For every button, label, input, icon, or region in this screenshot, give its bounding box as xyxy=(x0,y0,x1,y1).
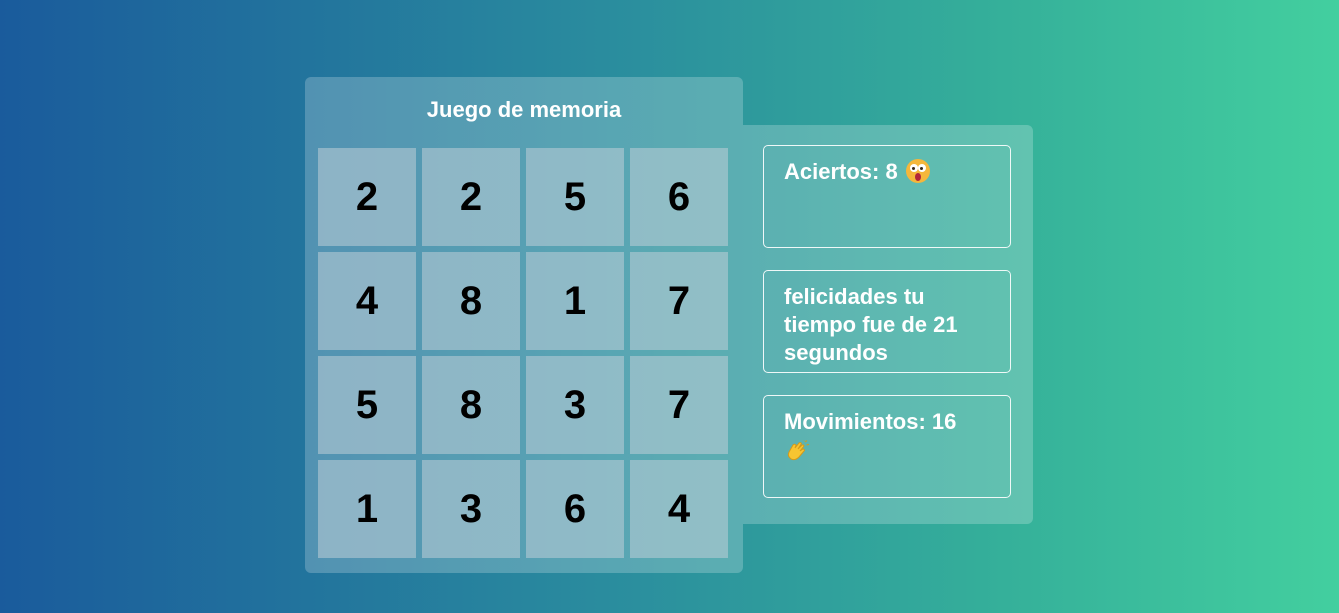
game-panel: Juego de memoria 2 2 5 6 4 8 1 7 5 8 3 7… xyxy=(305,77,743,573)
card[interactable]: 3 xyxy=(422,460,520,558)
card[interactable]: 8 xyxy=(422,252,520,350)
card[interactable]: 1 xyxy=(526,252,624,350)
card[interactable]: 3 xyxy=(526,356,624,454)
card[interactable]: 5 xyxy=(526,148,624,246)
game-title: Juego de memoria xyxy=(426,97,622,122)
aciertos-label: Aciertos: 8 xyxy=(784,159,898,184)
card[interactable]: 4 xyxy=(630,460,728,558)
time-message: felicidades tu tiempo fue de 21 segundos xyxy=(784,284,958,365)
movimientos-box: Movimientos: 16 xyxy=(763,395,1011,498)
movimientos-label: Movimientos: 16 xyxy=(784,409,957,434)
stats-panel: Aciertos: 8 felicidades tu tiempo fue de… xyxy=(743,125,1033,524)
clapping-hands-icon xyxy=(784,438,810,471)
card[interactable]: 1 xyxy=(318,460,416,558)
aciertos-box: Aciertos: 8 xyxy=(763,145,1011,248)
card[interactable]: 4 xyxy=(318,252,416,350)
card[interactable]: 6 xyxy=(526,460,624,558)
card[interactable]: 7 xyxy=(630,356,728,454)
card[interactable]: 2 xyxy=(318,148,416,246)
time-message-box: felicidades tu tiempo fue de 21 segundos xyxy=(763,270,1011,373)
card[interactable]: 8 xyxy=(422,356,520,454)
surprised-face-icon xyxy=(905,159,930,183)
card[interactable]: 6 xyxy=(630,148,728,246)
card[interactable]: 2 xyxy=(422,148,520,246)
card-board: 2 2 5 6 4 8 1 7 5 8 3 7 1 3 6 4 xyxy=(318,148,728,558)
card[interactable]: 5 xyxy=(318,356,416,454)
card[interactable]: 7 xyxy=(630,252,728,350)
